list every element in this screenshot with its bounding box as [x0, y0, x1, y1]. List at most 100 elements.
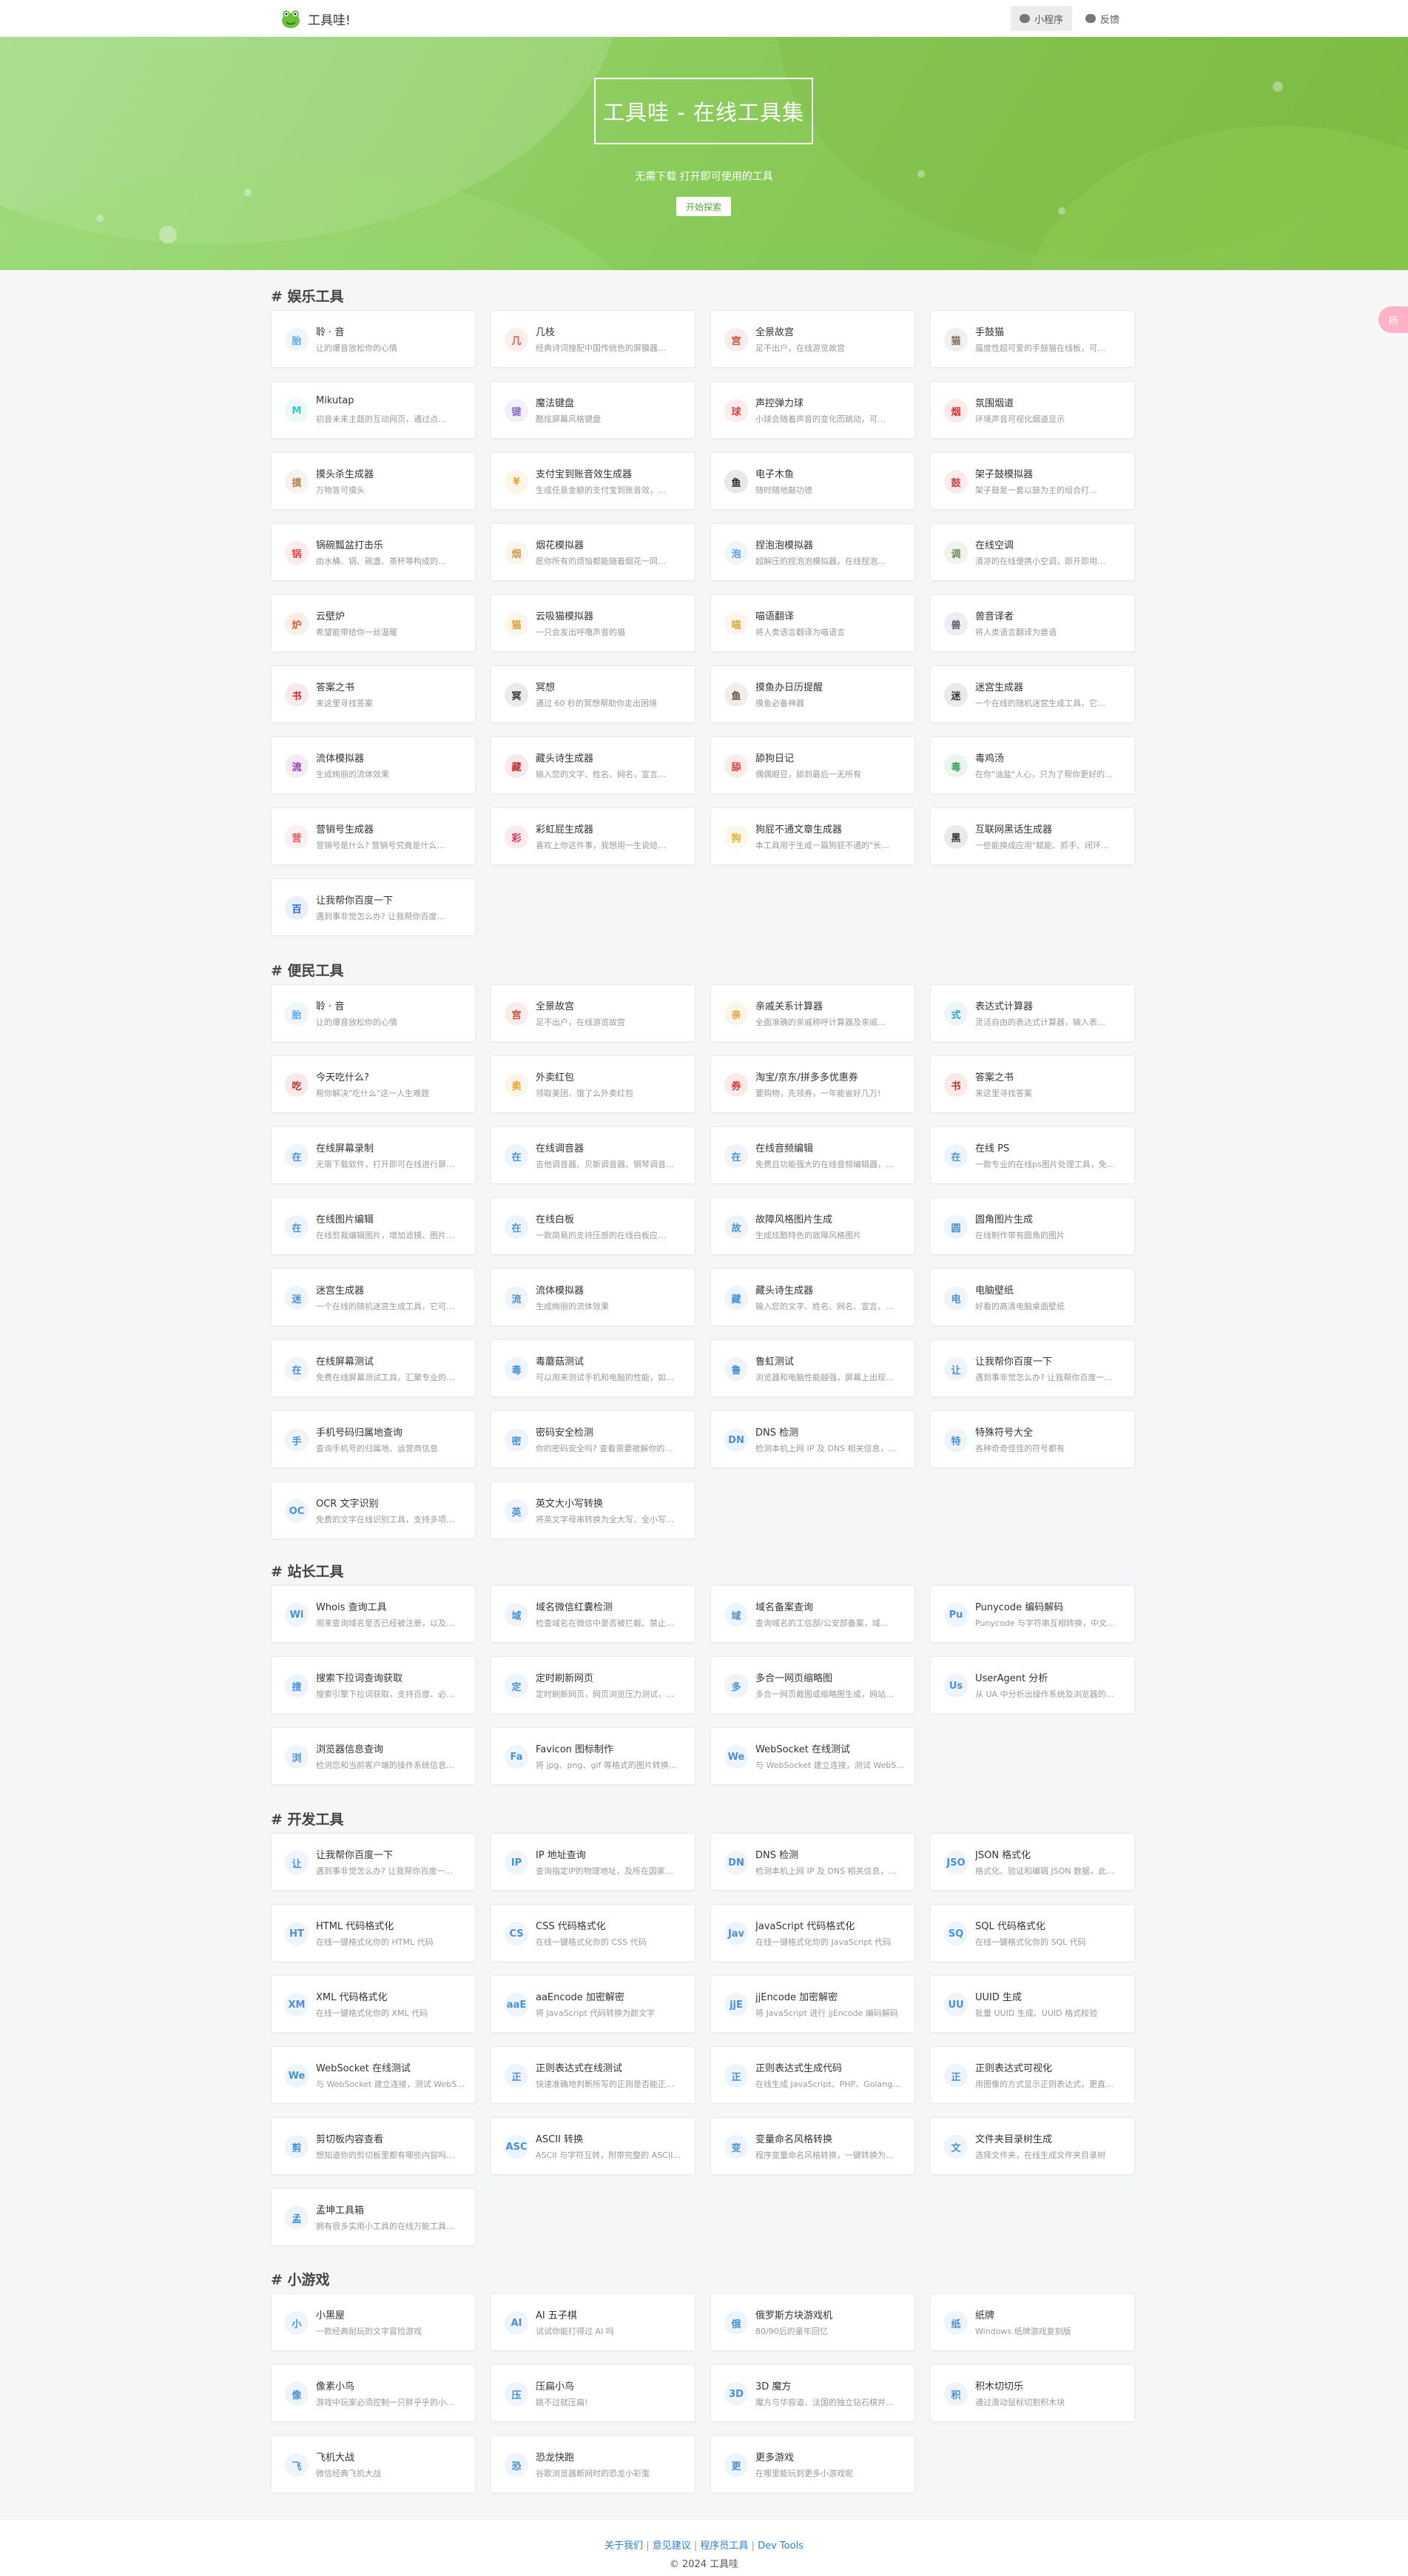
tool-card[interactable]: 胎聆 · 音让的爆音放松你的心情 [271, 310, 476, 368]
tool-card[interactable]: 英英文大小写转换 将英文字母串转换为全大写、全小写… [491, 1482, 695, 1539]
tool-card[interactable]: We WebSocket 在线测试与 WebSocket 建立连接，测试 WebS… [710, 1727, 915, 1785]
tool-card[interactable]: 正正则表达式可视化 用图像的方式显示正则表达式，更直… [930, 2046, 1135, 2104]
tool-card[interactable]: 卖外卖红包 领取美团、饿了么外卖红包 [491, 1055, 695, 1113]
tool-card[interactable]: 亲亲戚关系计算器 全面准确的亲戚称呼计算器及亲戚… [710, 984, 915, 1042]
tool-card[interactable]: 域域名微信红囊检测 检查域名在微信中是否被拦截、禁止… [491, 1585, 695, 1643]
tool-card[interactable]: 浏浏览器信息查询 检测您和当前客户端的操作系统信息… [271, 1727, 476, 1785]
tool-card[interactable]: 故故障风格图片生成 生成炫酷特色的故障风格图片 [710, 1197, 915, 1255]
tool-card[interactable]: 让让我帮你百度一下 遇到事非觉怎么办? 让我帮你百度一… [930, 1339, 1135, 1397]
tool-card[interactable]: 烟烟花模拟器 愿你所有的烦恼都能随着烟花一同… [491, 523, 695, 581]
tool-card[interactable]: 黑互联网黑话生成器 一些能换成应用"赋能、抓手、闭环… [930, 807, 1135, 865]
tool-card[interactable]: 鼓架子鼓模拟器 架子鼓是一套以鼓为主的组合打… [930, 452, 1135, 510]
tool-card[interactable]: AI AI 五子棋 试试你能打得过 AI 吗 [491, 2293, 695, 2351]
tool-card[interactable]: 喵喵语翻译 将人类语言翻译为喵语言 [710, 594, 915, 652]
tool-card[interactable]: ASC ASCII 转换 ASCII 与字符互转，附带完整的 ASCII… [491, 2117, 695, 2175]
tool-card[interactable]: JSO JSON 格式化 格式化、验证和编辑 JSON 数据，此… [930, 1833, 1135, 1891]
tool-card[interactable]: 在在线白板 一款简易的支持压感的在线白板应… [491, 1197, 695, 1255]
tool-card[interactable]: Pu Punycode 编码解码 Punycode 与字符串互相转换，中文… [930, 1585, 1135, 1643]
tool-card[interactable]: jjE jjEncode 加密解密将 JavaScript 进行 jjEncode… [710, 1975, 915, 2033]
tool-card[interactable]: 变变量命名风格转换 程序变量命名风格转换，一键转换为… [710, 2117, 915, 2175]
tool-card[interactable]: 在在线屏幕录制 无需下载软件，打开即可在线进行屏… [271, 1126, 476, 1184]
tool-card[interactable]: 流流体模拟器 生成绚丽的流体效果 [271, 736, 476, 794]
tool-card[interactable]: 兽兽音译者 将人类语言翻译为兽语 [930, 594, 1135, 652]
tool-card[interactable]: 鱼电子木鱼 随时随地敲功德 [710, 452, 915, 510]
footer-link-devtools[interactable]: Dev Tools [758, 2540, 804, 2552]
tool-card[interactable]: 在在线调音器 吉他调音器、贝斯调音器、钢琴调音… [491, 1126, 695, 1184]
tool-card[interactable]: IP IP 地址查询 查询指定IP的物理地址，及所在国家… [491, 1833, 695, 1891]
tool-card[interactable]: DN DNS 检测 检测本机上网 IP 及 DNS 相关信息，… [710, 1833, 915, 1891]
tool-card[interactable]: 更更多游戏 在哪里能玩到更多小游戏呢 [710, 2435, 915, 2493]
tool-card[interactable]: 毒毒蘑菇测试 可以用来测试手机和电脑的性能，如… [491, 1339, 695, 1397]
tool-card[interactable]: Fa Favicon 图标制作将 jpg、png、gif 等格式的图片转换… [491, 1727, 695, 1785]
tool-card[interactable]: 特特殊符号大全 各种奇奇怪怪的符号都有 [930, 1410, 1135, 1468]
tool-card[interactable]: 迷迷宫生成器 一个在线的随机迷宫生成工具，它… [930, 665, 1135, 723]
tool-card[interactable]: 书答案之书 来这里寻找答案 [930, 1055, 1135, 1113]
tool-card[interactable]: 手手机号码归属地查询 查询手机号的归属地、运营商信息 [271, 1410, 476, 1468]
tool-card[interactable]: 积积木切切乐 通过滑动鼠标切割积木块 [930, 2364, 1135, 2422]
tool-card[interactable]: Wi Whois 查询工具 用来查询域名是否已经被注册，以及… [271, 1585, 476, 1643]
tool-card[interactable]: 正正则表达式在线测试 快速准确地判断所写的正则是否能正… [491, 2046, 695, 2104]
tool-card[interactable]: 流流体模拟器 生成绚丽的流体效果 [491, 1268, 695, 1326]
tool-card[interactable]: 百让我帮你百度一下 遇到事非觉怎么办? 让我帮你百度… [271, 878, 476, 936]
tool-card[interactable]: ¥ 支付宝到账音效生成器 生成任意金额的支付宝到账音效，… [491, 452, 695, 510]
tool-card[interactable]: 彩彩虹屁生成器 喜欢上你这件事，我想用一生说给… [491, 807, 695, 865]
tool-card[interactable]: 藏藏头诗生成器 输入您的文字、姓名、网名、宣言、… [710, 1268, 915, 1326]
tool-card[interactable]: 宫全景故宫 足不出户，在线游览故宫 [710, 310, 915, 368]
tool-card[interactable]: 猫手鼓猫 届度性超可爱的手鼓猫在线板，可… [930, 310, 1135, 368]
tool-card[interactable]: 书答案之书 来这里寻找答案 [271, 665, 476, 723]
tool-card[interactable]: 圆圆角图片生成 在线制作带有圆角的图片 [930, 1197, 1135, 1255]
tool-card[interactable]: 吃今天吃什么? 帮你解决"吃什么"这一人生难题 [271, 1055, 476, 1113]
tool-card[interactable]: aaE aaEncode 加密解密将 JavaScript 代码转换为颜文字 [491, 1975, 695, 2033]
footer-link-about[interactable]: 关于我们 [604, 2540, 643, 2552]
tool-card[interactable]: 正正则表达式生成代码 在线生成 JavaScript、PHP、Golang… [710, 2046, 915, 2104]
tool-card[interactable]: 鱼摸鱼办日历提醒 摸鱼必备神器 [710, 665, 915, 723]
tool-card[interactable]: 压压扁小鸟 跳不过就压扁! [491, 2364, 695, 2422]
tool-card[interactable]: 摸摸头杀生成器 万物皆可摸头 [271, 452, 476, 510]
tool-card[interactable]: CS CSS 代码格式化 在线一键格式化你的 CSS 代码 [491, 1904, 695, 1962]
tool-card[interactable]: 电电脑壁纸 好看的高清电脑桌面壁纸 [930, 1268, 1135, 1326]
tool-card[interactable]: 式表达式计算器 灵活自由的表达式计算器，输入表… [930, 984, 1135, 1042]
tool-card[interactable]: 密密码安全检测 你的密码安全吗? 查看需要被解你的… [491, 1410, 695, 1468]
tool-card[interactable]: 胎聆 · 音让的爆音放松你的心情 [271, 984, 476, 1042]
tool-card[interactable]: 在在线屏幕测试 免费在线屏幕测试工具，汇聚专业的… [271, 1339, 476, 1397]
tool-card[interactable]: 飞飞机大战 微信经典飞机大战 [271, 2435, 476, 2493]
tool-card[interactable]: 键魔法键盘 酷炫屏幕风格键盘 [491, 381, 695, 439]
tool-card[interactable]: 小小黑屋 一款经典耐玩的文字冒险游戏 [271, 2293, 476, 2351]
tool-card[interactable]: 狗狗屁不通文章生成器 本工具用于生成一篇狗屁不通的"长… [710, 807, 915, 865]
tool-card[interactable]: 调在线空调 清凉的在线便携小空调，即开即用… [930, 523, 1135, 581]
tool-card[interactable]: 像像素小鸟 游戏中玩家必须控制一只胖乎乎的小… [271, 2364, 476, 2422]
footer-link-devtools-cn[interactable]: 程序员工具 [700, 2540, 748, 2552]
tool-card[interactable]: 多多合一网页缩略图 多合一网页截图或缩略图生成，网站… [710, 1656, 915, 1714]
tool-card[interactable]: 球声控弹力球 小球会随着声音的变化而跳动，可… [710, 381, 915, 439]
tool-card[interactable]: 泡捏泡泡模拟器 超解压的捏泡泡模拟器，在线捏泡… [710, 523, 915, 581]
tool-card[interactable]: XM XML 代码格式化 在线一键格式化你的 XML 代码 [271, 1975, 476, 2033]
tool-card[interactable]: We WebSocket 在线测试与 WebSocket 建立连接，测试 WebS… [271, 2046, 476, 2104]
tool-card[interactable]: HT HTML 代码格式化 在线一键格式化你的 HTML 代码 [271, 1904, 476, 1962]
footer-link-feedback[interactable]: 意见建议 [653, 2540, 691, 2552]
tool-card[interactable]: 鲁鲁虹测试 浏览器和电脑性能越强，屏幕上出现… [710, 1339, 915, 1397]
explore-button[interactable]: 开始探索 [676, 197, 731, 216]
tool-card[interactable]: 迷迷宫生成器 一个在线的随机迷宫生成工具，它可… [271, 1268, 476, 1326]
tool-card[interactable]: OC OCR 文字识别 免费的文字在线识别工具，支持多项… [271, 1482, 476, 1539]
tool-card[interactable]: 让让我帮你百度一下 遇到事非觉怎么办? 让我帮你百度一… [271, 1833, 476, 1891]
tool-card[interactable]: 孟孟坤工具箱 拥有很多实用小工具的在线万能工具… [271, 2188, 476, 2246]
feedback-button[interactable]: 反馈 [1077, 6, 1128, 31]
miniprogram-button[interactable]: 小程序 [1010, 6, 1072, 31]
tool-card[interactable]: 营营销号生成器 营销号是什么? 营销号究竟是什么… [271, 807, 476, 865]
tool-card[interactable]: 定定时刷新网页 定时刷新网页，网页浏览压力测试，… [491, 1656, 695, 1714]
tool-card[interactable]: 俄俄罗斯方块游戏机 80/90后的童年回忆 [710, 2293, 915, 2351]
tool-card[interactable]: 在在线音频编辑 免费且功能强大的在线音频编辑器，… [710, 1126, 915, 1184]
tool-card[interactable]: DN DNS 检测 检测本机上网 IP 及 DNS 相关信息，… [710, 1410, 915, 1468]
tool-card[interactable]: 几几枝 经典诗词搜配中国传统色的屏膜器… [491, 310, 695, 368]
tool-card[interactable]: 毒毒鸡汤 在你"油盐"人心，只为了帮你更好的… [930, 736, 1135, 794]
tool-card[interactable]: 冥冥想 通过 60 秒的冥想帮助你走出困境 [491, 665, 695, 723]
tool-card[interactable]: 在在线图片编辑 在线剪裁编辑图片，增加滤镜、图片… [271, 1197, 476, 1255]
tool-card[interactable]: 剪剪切板内容查看 想知道你的剪切板里都有哪些内容吗… [271, 2117, 476, 2175]
tool-card[interactable]: 文文件夹目录树生成 选择文件夹，在线生成文件夹目录树 [930, 2117, 1135, 2175]
tool-card[interactable]: 搜搜索下拉词查询获取 搜索引擎下拉词获取，支持百度、必… [271, 1656, 476, 1714]
tool-card[interactable]: Us UserAgent 分析从 UA 中分析出操作系统及浏览器的… [930, 1656, 1135, 1714]
tool-card[interactable]: 锅锅碗瓢盆打击乐 由水桶、锅、碗盏、茶杯等构成的… [271, 523, 476, 581]
tool-card[interactable]: 藏藏头诗生成器 输入您的文字、姓名、网名，宣言… [491, 736, 695, 794]
floating-side-tab[interactable]: 扬 [1378, 306, 1408, 333]
tool-card[interactable]: 在在线 PS 一款专业的在线ps图片处理工具，免… [930, 1126, 1135, 1184]
